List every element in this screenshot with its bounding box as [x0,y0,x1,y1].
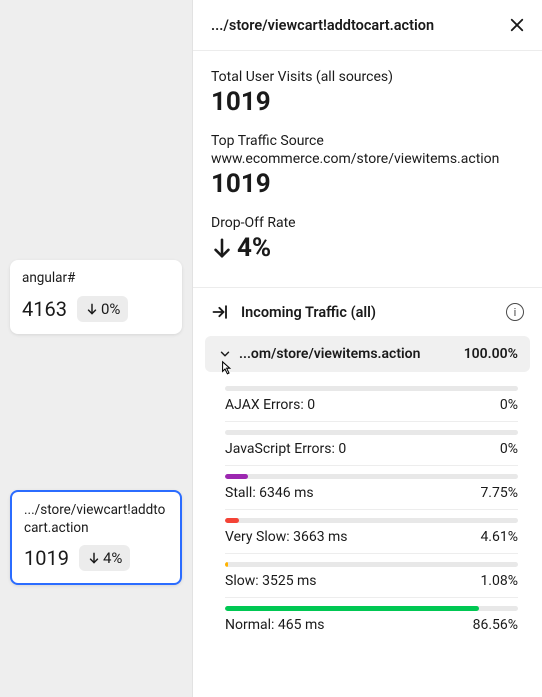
metric-bar [225,430,518,435]
metric-row: JavaScript Errors: 0 0% [225,422,518,466]
node-title: angular# [22,270,170,288]
metric-label: Normal: 465 ms [225,617,324,633]
panel-title: .../store/viewcart!addtocart.action [211,17,434,34]
visits-value: 1019 [211,87,524,117]
accordion-header[interactable]: ...om/store/viewitems.action 100.00% [205,336,530,372]
metric-bar [225,562,518,567]
node-value: 4163 [22,297,67,321]
arrow-down-icon [87,551,101,565]
metric-row: Normal: 465 ms 86.56% [225,598,518,641]
node-title: .../store/viewcart!addtocart.action [24,502,168,537]
flow-node-viewcart[interactable]: .../store/viewcart!addtocart.action 1019… [10,490,182,585]
metric-bar [225,474,518,479]
metric-row: Very Slow: 3663 ms 4.61% [225,510,518,554]
metric-bar [225,606,518,611]
metric-label: AJAX Errors: 0 [225,397,315,413]
metric-pct: 0% [500,397,518,413]
metric-bar-fill [225,606,479,611]
traffic-accordion: ...om/store/viewitems.action 100.00% AJA… [193,336,542,651]
metric-label: JavaScript Errors: 0 [225,441,346,457]
visits-label: Total User Visits (all sources) [211,69,524,85]
node-delta-badge: 4% [79,545,130,571]
metric-pct: 4.61% [480,529,518,545]
metric-bar-fill [225,562,228,567]
metric-pct: 86.56% [473,617,518,633]
source-sub: www.ecommerce.com/store/viewitems.action [211,151,524,167]
panel-stats: Total User Visits (all sources) 1019 Top… [193,51,542,287]
arrow-down-icon [85,302,99,316]
flow-canvas: angular# 4163 0% .../store/viewcart!addt… [0,0,192,697]
drop-value: 4% [211,233,524,263]
metric-bar-fill [225,518,239,523]
metric-label: Very Slow: 3663 ms [225,529,348,545]
metrics-list: AJAX Errors: 0 0% JavaScript Errors: 0 0% St… [205,372,530,641]
accordion-pct: 100.00% [464,346,518,362]
drop-label: Drop-Off Rate [211,215,524,231]
metric-pct: 7.75% [480,485,518,501]
info-button[interactable]: i [506,303,524,321]
flow-node-angular[interactable]: angular# 4163 0% [10,260,182,334]
details-panel: .../store/viewcart!addtocart.action Tota… [192,0,542,697]
chevron-down-icon [217,346,233,362]
source-value: 1019 [211,169,524,199]
metric-pct: 1.08% [480,573,518,589]
metric-bar [225,518,518,523]
incoming-label: Incoming Traffic (all) [241,304,496,321]
metric-label: Stall: 6346 ms [225,485,314,501]
panel-header: .../store/viewcart!addtocart.action [193,0,542,51]
metric-label: Slow: 3525 ms [225,573,317,589]
close-icon [508,16,526,34]
source-label: Top Traffic Source [211,133,524,149]
incoming-icon [211,302,231,322]
metric-bar [225,386,518,391]
incoming-traffic-section: Incoming Traffic (all) i [193,287,542,336]
metric-bar-fill [225,474,248,479]
metric-pct: 0% [500,441,518,457]
metric-row: Stall: 6346 ms 7.75% [225,466,518,510]
arrow-down-icon [211,237,233,259]
node-delta-badge: 0% [77,296,128,322]
info-icon: i [514,306,517,319]
metric-row: AJAX Errors: 0 0% [225,378,518,422]
accordion-title: ...om/store/viewitems.action [239,346,420,362]
close-button[interactable] [506,14,528,36]
node-value: 1019 [24,546,69,570]
metric-row: Slow: 3525 ms 1.08% [225,554,518,598]
